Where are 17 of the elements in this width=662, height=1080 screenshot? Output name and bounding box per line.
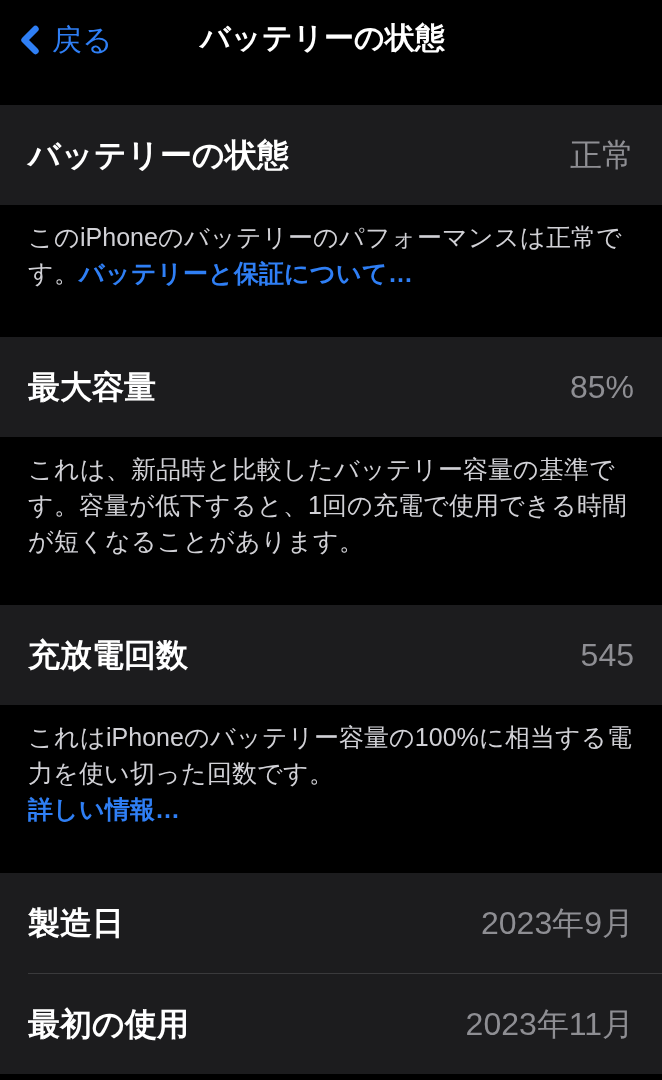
footer-link[interactable]: バッテリーと保証について… bbox=[79, 259, 413, 287]
row-label: 最初の使用 bbox=[28, 1005, 189, 1044]
footer-text: これは、新品時と比較したバッテリー容量の基準です。容量が低下すると、1回の充電で使用できる時間が短くなることがあります。 bbox=[28, 454, 628, 557]
nav-title: バッテリーの状態 bbox=[200, 20, 445, 56]
row-label: 充放電回数 bbox=[28, 636, 188, 675]
row-value: 545 bbox=[580, 636, 634, 675]
row-value: 正常 bbox=[570, 136, 634, 175]
row-value: 2023年9月 bbox=[481, 904, 634, 943]
row-label: 製造日 bbox=[28, 904, 124, 943]
footer-text: このiPhoneのバッテリーのパフォーマンスは正常です。バッテリーと保証について… bbox=[28, 222, 623, 289]
row-value: 85% bbox=[569, 368, 634, 407]
row-label: バッテリーの状態 bbox=[28, 136, 289, 175]
footer-link[interactable]: 詳しい情報… bbox=[28, 795, 180, 823]
row-value: 2023年11月 bbox=[465, 1005, 634, 1044]
row-label: 最大容量 bbox=[28, 368, 156, 407]
back-button[interactable]: 戻る bbox=[0, 18, 113, 62]
footer-text: これはiPhoneのバッテリー容量の100%に相当する電力を使い切った回数です。 詳しい情報… bbox=[28, 722, 633, 825]
